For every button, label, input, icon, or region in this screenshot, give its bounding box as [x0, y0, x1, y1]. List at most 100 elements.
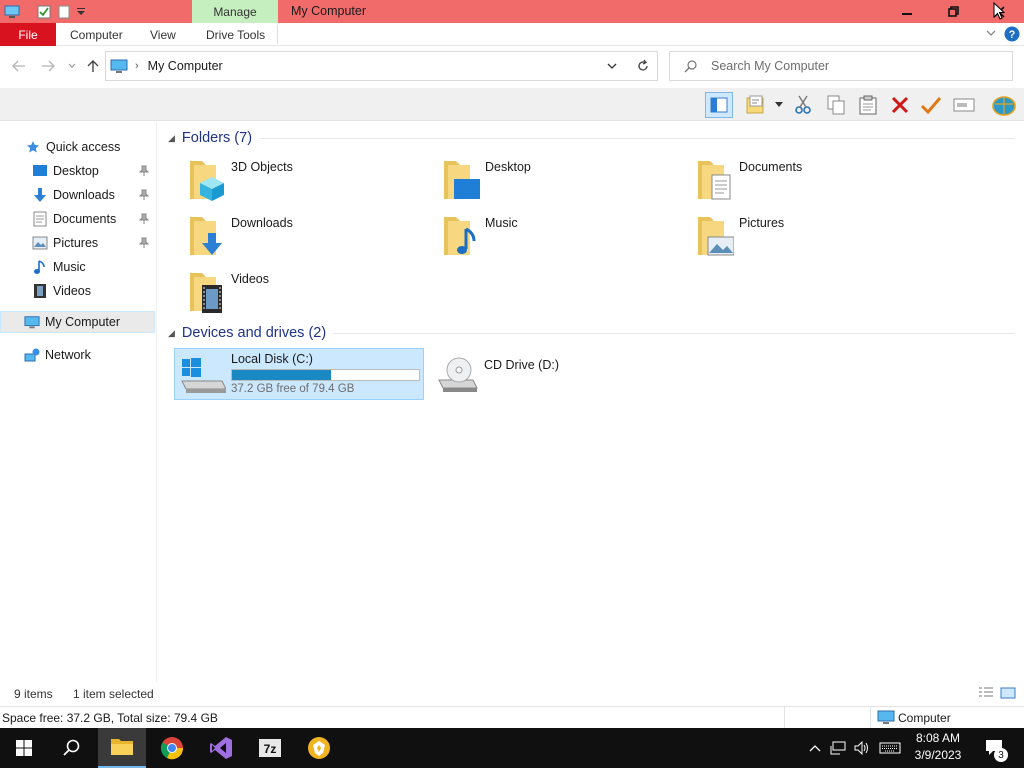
drives-group-header[interactable]: ◢ Devices and drives (2)	[168, 324, 326, 342]
system-clock[interactable]: 8:08 AM 3/9/2023	[904, 730, 972, 764]
file-tab[interactable]: File	[0, 23, 56, 46]
cut-button[interactable]	[791, 93, 815, 117]
large-icons-view-button[interactable]	[1000, 686, 1016, 703]
keyboard-icon	[879, 742, 901, 754]
folder-videos[interactable]: Videos	[174, 269, 424, 319]
manage-tab[interactable]: Manage	[192, 0, 278, 23]
chevron-down-icon	[775, 102, 783, 107]
nav-label: My Computer	[45, 315, 121, 329]
back-button[interactable]	[11, 58, 27, 74]
taskbar-file-explorer[interactable]	[98, 728, 146, 768]
speaker-icon	[854, 741, 868, 755]
new-folder-icon[interactable]	[56, 4, 72, 20]
chevron-down-icon	[68, 63, 76, 68]
tab-view[interactable]: View	[150, 23, 176, 46]
forward-button[interactable]	[40, 58, 56, 74]
nav-music[interactable]: Music	[0, 256, 155, 278]
folder-name: Desktop	[485, 160, 531, 174]
tab-drive-tools[interactable]: Drive Tools	[206, 23, 265, 46]
shell-button[interactable]	[991, 93, 1017, 117]
nav-label: Documents	[53, 212, 117, 226]
drive-usage-fill	[232, 370, 332, 380]
nav-label: Videos	[53, 284, 91, 298]
properties-icon[interactable]	[36, 4, 52, 20]
drive-usage-bar	[231, 369, 420, 381]
recent-locations-button[interactable]	[64, 58, 80, 74]
clock-time: 8:08 AM	[915, 731, 961, 745]
taskbar-visual-studio[interactable]	[197, 728, 245, 768]
action-center-button[interactable]: 3	[978, 728, 1012, 768]
breadcrumb-separator-icon[interactable]: ›	[135, 60, 139, 72]
folder-documents[interactable]: Documents	[682, 157, 932, 207]
folder-name: Downloads	[231, 216, 293, 230]
items-count: 9 items	[14, 687, 53, 701]
expand-ribbon-icon[interactable]	[985, 27, 997, 42]
volume-tray-icon[interactable]	[852, 728, 872, 768]
folders-group-header[interactable]: ◢ Folders (7)	[168, 129, 252, 147]
properties-dropdown-button[interactable]	[773, 93, 785, 117]
nav-label: Downloads	[53, 188, 115, 202]
copy-icon	[827, 95, 845, 115]
address-dropdown-icon[interactable]	[606, 60, 618, 75]
folder-pictures[interactable]: Pictures	[682, 213, 932, 263]
properties-button[interactable]	[744, 93, 768, 117]
keyboard-tray-icon[interactable]	[877, 728, 903, 768]
drive-cd-d[interactable]: CD Drive (D:)	[428, 348, 678, 400]
network-icon	[24, 347, 40, 363]
apply-button[interactable]	[919, 93, 943, 117]
tab-computer[interactable]: Computer	[70, 23, 123, 46]
details-view-button[interactable]	[978, 686, 994, 703]
drive-free-space: 37.2 GB free of 79.4 GB	[231, 383, 355, 395]
nav-my-computer[interactable]: My Computer	[0, 311, 155, 333]
taskbar-7zip[interactable]: 7z	[246, 728, 294, 768]
svg-text:7z: 7z	[264, 742, 277, 756]
nav-downloads[interactable]: Downloads	[0, 184, 155, 206]
nav-network[interactable]: Network	[0, 344, 155, 366]
customize-toolbar-icon[interactable]	[76, 4, 86, 20]
drive-local-disk-c[interactable]: Local Disk (C:) 37.2 GB free of 79.4 GB	[174, 348, 424, 400]
nav-pictures[interactable]: Pictures	[0, 232, 155, 254]
minimize-button[interactable]	[884, 0, 930, 23]
search-input[interactable]: Search My Computer	[711, 59, 829, 73]
search-box[interactable]: Search My Computer	[669, 51, 1013, 81]
folder-3d-objects[interactable]: 3D Objects	[174, 157, 424, 207]
computer-icon	[24, 314, 40, 330]
taskbar-chrome[interactable]	[148, 728, 196, 768]
document-icon	[32, 211, 48, 227]
breadcrumb[interactable]: My Computer	[148, 59, 223, 73]
delete-button[interactable]	[888, 93, 912, 117]
network-tray-icon[interactable]	[828, 728, 848, 768]
file-explorer-icon	[111, 739, 133, 755]
navigation-pane-button[interactable]	[705, 92, 733, 118]
chrome-icon	[160, 737, 184, 760]
folder-music[interactable]: Music	[428, 213, 678, 263]
copy-button[interactable]	[824, 93, 848, 117]
folder-desktop[interactable]: Desktop	[428, 157, 678, 207]
up-button[interactable]	[85, 58, 101, 74]
computer-icon[interactable]	[4, 4, 20, 20]
refresh-icon[interactable]	[636, 59, 650, 76]
nav-videos[interactable]: Videos	[0, 280, 155, 302]
address-bar[interactable]: › My Computer	[105, 51, 658, 81]
help-icon[interactable]: ?	[1004, 26, 1020, 45]
rename-icon	[953, 98, 975, 112]
cd-drive-icon	[438, 357, 478, 392]
clock-date: 3/9/2023	[914, 748, 962, 762]
folder-downloads[interactable]: Downloads	[174, 213, 424, 263]
ribbon-tabs: File Computer View Drive Tools ?	[0, 23, 1024, 46]
nav-desktop[interactable]: Desktop	[0, 160, 155, 182]
start-button[interactable]	[0, 728, 48, 768]
nav-documents[interactable]: Documents	[0, 208, 155, 230]
paste-button[interactable]	[856, 93, 880, 117]
show-hidden-icons-button[interactable]	[805, 728, 825, 768]
music-folder-icon	[444, 217, 476, 255]
restore-button[interactable]	[930, 0, 976, 23]
search-button[interactable]	[48, 728, 96, 768]
collapse-icon[interactable]: ◢	[168, 133, 175, 144]
navigation-pane: Quick access Desktop Downloads Documents…	[0, 122, 157, 682]
taskbar-brave[interactable]	[295, 728, 343, 768]
folder-name: Videos	[231, 272, 269, 286]
nav-quick-access[interactable]: Quick access	[0, 136, 155, 158]
collapse-icon[interactable]: ◢	[168, 328, 175, 339]
rename-button[interactable]	[952, 93, 976, 117]
